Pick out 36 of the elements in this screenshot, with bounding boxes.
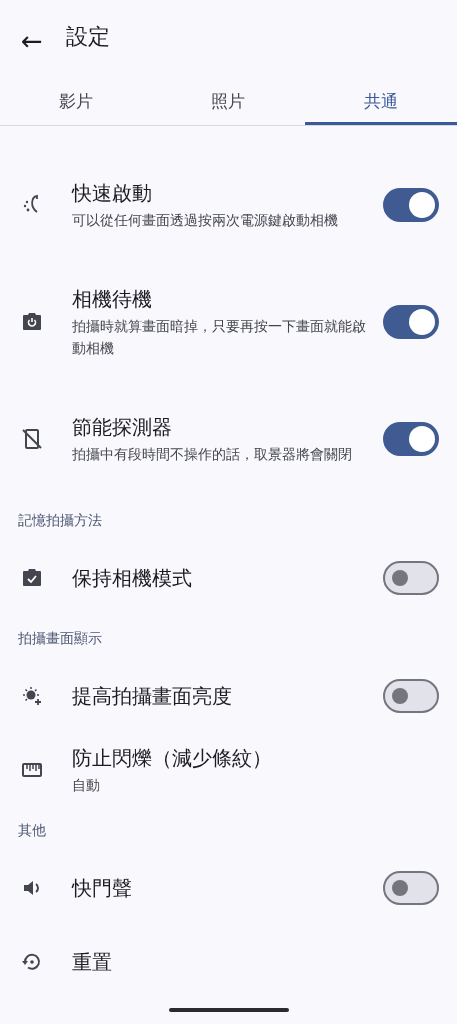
- setting-description: 自動: [72, 776, 101, 795]
- toggle-switch[interactable]: [383, 421, 439, 456]
- setting-description: 拍攝中有段時間不操作的話，取景器將會關閉: [72, 444, 353, 464]
- tab[interactable]: 影片: [0, 82, 153, 125]
- crossed-phone-icon: [20, 426, 44, 451]
- setting-title: 快門聲: [72, 875, 133, 902]
- setting-row[interactable]: 相機待機 拍攝時就算畫面暗掉，只要再按一下畫面就能啟動相機: [0, 263, 457, 380]
- setting-row[interactable]: 重置: [0, 925, 457, 999]
- toggle-switch[interactable]: [383, 679, 439, 713]
- section-header: 其他: [17, 821, 47, 840]
- setting-row[interactable]: 保持相機模式: [0, 541, 457, 615]
- setting-row[interactable]: 提高拍攝畫面亮度: [0, 659, 457, 733]
- setting-title: 快速啟動: [72, 179, 153, 207]
- setting-row[interactable]: 快速啟動 可以從任何畫面透過按兩次電源鍵啟動相機: [0, 146, 457, 263]
- section-header: 記憶拍攝方法: [17, 511, 103, 530]
- section-header: 拍攝畫面顯示: [17, 629, 103, 648]
- setting-row[interactable]: 防止閃爍（減少條紋） 自動: [0, 733, 457, 807]
- toggle-switch[interactable]: [383, 304, 439, 339]
- setting-title: 防止閃爍（減少條紋）: [72, 745, 273, 772]
- toggle-switch[interactable]: [383, 871, 439, 905]
- toggle-switch[interactable]: [383, 561, 439, 595]
- screen-title: 設定: [66, 23, 110, 51]
- toggle-switch[interactable]: [383, 187, 439, 222]
- setting-row[interactable]: 快門聲: [0, 851, 457, 925]
- setting-title: 提高拍攝畫面亮度: [72, 683, 233, 710]
- tab[interactable]: 照片: [152, 82, 305, 125]
- setting-title: 重置: [72, 949, 113, 976]
- setting-row[interactable]: 節能探測器 拍攝中有段時間不操作的話，取景器將會關閉: [0, 380, 457, 497]
- back-button[interactable]: ←: [10, 19, 54, 63]
- setting-title: 相機待機: [72, 285, 153, 313]
- sun-plus-icon: [20, 684, 44, 708]
- setting-title: 保持相機模式: [72, 565, 193, 592]
- setting-description: 拍攝時就算畫面暗掉，只要再按一下畫面就能啟動相機: [72, 316, 367, 358]
- setting-description: 可以從任何畫面透過按兩次電源鍵啟動相機: [72, 210, 339, 230]
- tab[interactable]: 共通: [304, 82, 457, 125]
- setting-title: 節能探測器: [72, 413, 173, 441]
